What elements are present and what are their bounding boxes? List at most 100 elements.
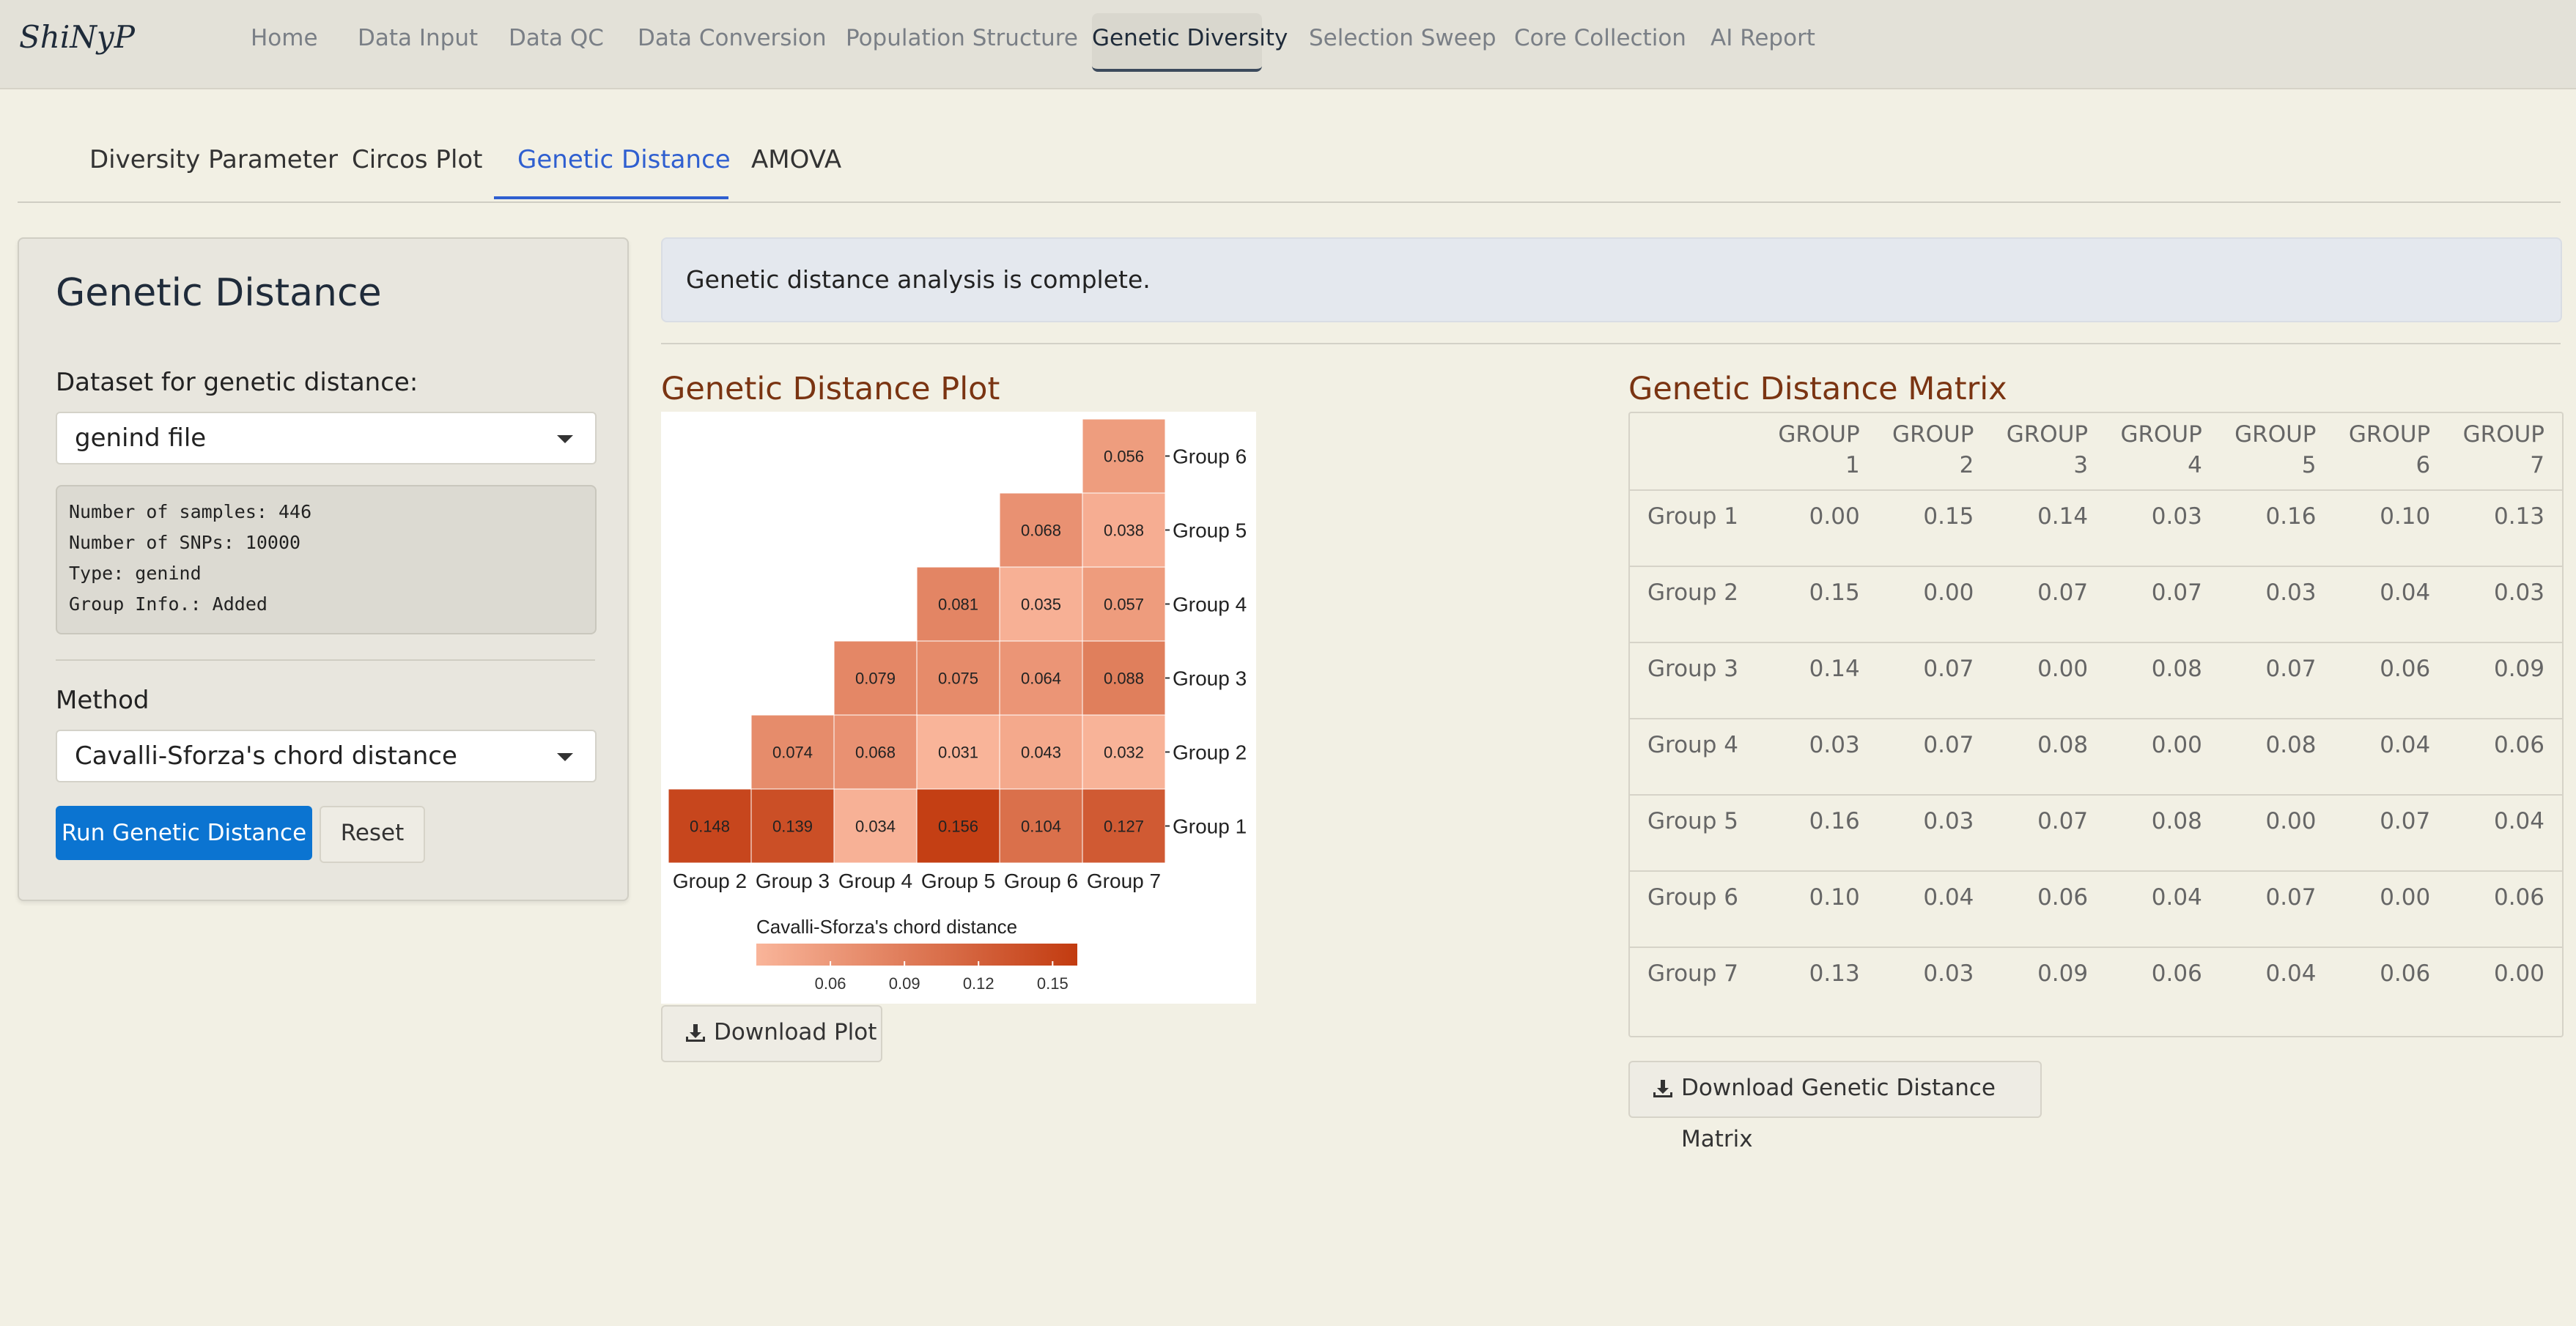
x-tick-label: Group 3 xyxy=(756,870,830,892)
table-cell: 0.00 xyxy=(2106,718,2220,795)
row-name: Group 1 xyxy=(1630,489,1763,566)
cell-value-label: 0.148 xyxy=(690,818,730,836)
genetic-distance-plot: 0.148 0.139 0.034 0.156 0.104 0.127 0.074 0.068… xyxy=(661,412,1256,1004)
method-select-value: Cavalli-Sforza's chord distance xyxy=(75,741,457,771)
legend-tick-label: 0.15 xyxy=(1037,974,1069,993)
row-name: Group 7 xyxy=(1630,947,1763,1023)
nav-data-input[interactable]: Data Input xyxy=(358,25,478,51)
column-header[interactable]: GROUP 5 xyxy=(2220,413,2334,490)
cell-value-label: 0.034 xyxy=(855,818,896,836)
x-tick-label: Group 4 xyxy=(838,870,912,892)
cell-value-label: 0.104 xyxy=(1021,818,1061,836)
table-cell: 0.04 xyxy=(1877,870,1992,947)
info-samples: Number of samples: 446 xyxy=(69,501,312,522)
matrix-title: Genetic Distance Matrix xyxy=(1628,371,2007,407)
table-cell: 0.04 xyxy=(2333,718,2448,795)
table-row: Group 1 0.00 0.15 0.14 0.03 0.16 0.10 0.13 xyxy=(1630,489,2562,566)
reset-button[interactable]: Reset xyxy=(320,806,425,863)
table-cell: 0.10 xyxy=(2333,489,2448,566)
y-tick-label: Group 2 xyxy=(1173,741,1247,764)
table-cell: 0.16 xyxy=(2219,489,2334,566)
column-header[interactable]: GROUP 6 xyxy=(2334,413,2448,490)
table-cell: 0.13 xyxy=(1763,947,1878,1023)
table-cell: 0.00 xyxy=(1991,642,2106,719)
table-row: Group 6 0.10 0.04 0.06 0.04 0.07 0.00 0.06 xyxy=(1630,870,2562,947)
nav-selection-sweep[interactable]: Selection Sweep xyxy=(1309,25,1496,51)
download-plot-button[interactable]: Download Plot xyxy=(661,1005,882,1062)
table-row: Group 5 0.16 0.03 0.07 0.08 0.00 0.07 0.04 xyxy=(1630,794,2562,871)
column-header[interactable]: GROUP 3 xyxy=(1991,413,2106,490)
table-cell: 0.07 xyxy=(1991,794,2106,871)
cell-value-label: 0.081 xyxy=(938,596,978,614)
sidebar-divider xyxy=(56,659,595,661)
row-name: Group 5 xyxy=(1630,794,1763,871)
dataset-select[interactable]: genind file xyxy=(56,412,597,464)
brand-logo[interactable]: ShiNyP xyxy=(19,19,135,55)
dataset-info-box: Number of samples: 446 Number of SNPs: 1… xyxy=(56,485,597,634)
table-cell: 0.13 xyxy=(2448,489,2562,566)
legend-title: Cavalli-Sforza's chord distance xyxy=(756,916,1017,938)
table-cell: 0.15 xyxy=(1877,489,1992,566)
plot-title: Genetic Distance Plot xyxy=(661,371,1000,407)
tab-circos-plot[interactable]: Circos Plot xyxy=(352,145,483,174)
dataset-label: Dataset for genetic distance: xyxy=(56,368,418,397)
row-name: Group 6 xyxy=(1630,870,1763,947)
method-select[interactable]: Cavalli-Sforza's chord distance xyxy=(56,730,597,782)
column-header[interactable]: GROUP 2 xyxy=(1878,413,1992,490)
cell-value-label: 0.088 xyxy=(1104,670,1144,688)
cell-value-label: 0.043 xyxy=(1021,744,1061,762)
table-cell: 0.08 xyxy=(2106,794,2220,871)
row-name: Group 4 xyxy=(1630,718,1763,795)
column-header[interactable]: GROUP 7 xyxy=(2448,413,2562,490)
nav-core-collection[interactable]: Core Collection xyxy=(1514,25,1686,51)
sidebar-title: Genetic Distance xyxy=(56,271,382,315)
tab-genetic-distance[interactable]: Genetic Distance xyxy=(517,145,731,174)
table-cell: 0.10 xyxy=(1763,870,1878,947)
cell-value-label: 0.156 xyxy=(938,818,978,836)
cell-value-label: 0.035 xyxy=(1021,596,1061,614)
nav-data-conversion[interactable]: Data Conversion xyxy=(638,25,827,51)
table-cell: 0.15 xyxy=(1763,566,1878,642)
cell-value-label: 0.038 xyxy=(1104,522,1144,540)
nav-data-qc[interactable]: Data QC xyxy=(509,25,604,51)
table-cell: 0.09 xyxy=(2448,642,2562,719)
column-header[interactable]: GROUP 4 xyxy=(2106,413,2220,490)
table-cell: 0.03 xyxy=(1763,718,1878,795)
table-cell: 0.03 xyxy=(2448,566,2562,642)
x-tick-label: Group 5 xyxy=(921,870,995,892)
row-name: Group 3 xyxy=(1630,642,1763,719)
table-cell: 0.06 xyxy=(1991,870,2106,947)
y-tick-label: Group 4 xyxy=(1173,593,1247,616)
legend-tick-label: 0.12 xyxy=(963,974,994,993)
legend-tick-label: 0.09 xyxy=(889,974,920,993)
download-matrix-button[interactable]: Download Genetic Distance Matrix xyxy=(1628,1061,2042,1152)
distance-matrix-table: GROUP 1 GROUP 2 GROUP 3 GROUP 4 GROUP 5 … xyxy=(1628,412,2564,1037)
table-cell: 0.07 xyxy=(1877,718,1992,795)
table-cell: 0.14 xyxy=(1991,489,2106,566)
y-tick-label: Group 1 xyxy=(1173,815,1247,838)
y-tick-label: Group 5 xyxy=(1173,519,1247,542)
table-corner xyxy=(1630,413,1763,490)
table-cell: 0.03 xyxy=(1877,794,1992,871)
x-tick-label: Group 2 xyxy=(673,870,747,892)
column-header[interactable]: GROUP 1 xyxy=(1763,413,1878,490)
table-cell: 0.04 xyxy=(2448,794,2562,871)
status-alert-text: Genetic distance analysis is complete. xyxy=(686,265,1151,294)
nav-genetic-diversity[interactable]: Genetic Diversity xyxy=(1092,25,1288,51)
cell-value-label: 0.079 xyxy=(855,670,896,688)
table-cell: 0.06 xyxy=(2448,870,2562,947)
table-row: Group 7 0.13 0.03 0.09 0.06 0.04 0.06 0.00 xyxy=(1630,947,2562,1023)
run-genetic-distance-button[interactable]: Run Genetic Distance xyxy=(56,806,312,860)
row-name: Group 2 xyxy=(1630,566,1763,642)
nav-ai-report[interactable]: AI Report xyxy=(1710,25,1815,51)
download-icon xyxy=(1653,1080,1672,1097)
nav-population-structure[interactable]: Population Structure xyxy=(846,25,1078,51)
table-cell: 0.04 xyxy=(2333,566,2448,642)
table-cell: 0.03 xyxy=(2106,489,2220,566)
nav-home[interactable]: Home xyxy=(251,25,318,51)
cell-value-label: 0.064 xyxy=(1021,670,1061,688)
tab-amova[interactable]: AMOVA xyxy=(751,145,841,174)
tab-diversity-parameter[interactable]: Diversity Parameter xyxy=(89,145,338,174)
top-navbar: ShiNyP Home Data Input Data QC Data Conv… xyxy=(0,0,2576,89)
table-cell: 0.06 xyxy=(2106,947,2220,1023)
